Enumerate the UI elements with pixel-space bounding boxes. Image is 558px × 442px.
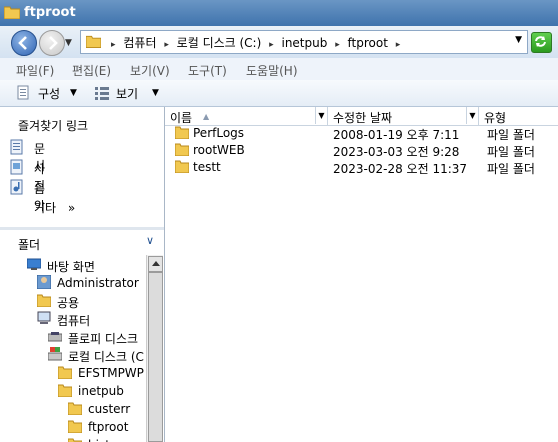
tree-label: 컴퓨터 <box>57 314 91 328</box>
tree-label: inetpub <box>78 384 124 398</box>
tree-label: 로컬 디스크 (C <box>68 350 144 364</box>
chevron-down-icon: ▼ <box>152 88 159 98</box>
command-toolbar: 구성 ▼ 보기 ▼ <box>0 80 558 107</box>
menu-bar: 파일(F) 편집(E) 보기(V) 도구(T) 도움말(H) <box>0 58 558 81</box>
history-dropdown-icon[interactable]: ▼ <box>65 38 72 48</box>
folder-icon <box>58 384 72 397</box>
file-date: 2023-02-28 오전 11:37 <box>333 162 468 176</box>
floppy-drive-icon <box>48 332 62 342</box>
folder-icon <box>175 126 189 139</box>
breadcrumb-chevron-icon[interactable]: ▸ <box>335 40 340 50</box>
scroll-thumb[interactable] <box>148 272 163 442</box>
menu-file[interactable]: 파일(F) <box>16 62 54 79</box>
folder-icon <box>175 143 189 156</box>
menu-help[interactable]: 도움말(H) <box>246 62 298 79</box>
address-dropdown-icon[interactable]: ▼ <box>515 35 522 45</box>
breadcrumb-local-disk[interactable]: 로컬 디스크 (C:) <box>177 34 262 51</box>
folder-icon <box>175 160 189 173</box>
tree-label: custerr <box>88 402 131 416</box>
views-icon <box>95 87 109 100</box>
arrow-left-icon <box>18 36 27 50</box>
menu-view[interactable]: 보기(V) <box>130 62 170 79</box>
file-row[interactable]: PerfLogs 2008-01-19 오후 7:11 파일 폴더 <box>165 124 558 142</box>
favorites-heading: 즐겨찾기 링크 <box>18 119 89 133</box>
title-bar: ftproot <box>0 0 558 26</box>
folder-icon <box>68 438 82 442</box>
back-button[interactable] <box>11 30 37 56</box>
pane-splitter[interactable] <box>0 227 164 230</box>
user-folder-icon <box>37 275 51 289</box>
tree-label: EFSTMPWP <box>78 366 144 380</box>
pictures-icon <box>10 159 23 175</box>
column-header-type[interactable]: 유형 <box>479 107 558 125</box>
folder-icon <box>58 366 72 379</box>
organize-button[interactable]: 구성 ▼ <box>16 85 82 101</box>
menu-tools[interactable]: 도구(T) <box>188 62 227 79</box>
navigation-pane: 즐겨찾기 링크 문서 사진 음악 기타 » 폴더 ∨ 바탕 화면 Adminis… <box>0 107 165 442</box>
breadcrumb: ▸ 컴퓨터 ▸ 로컬 디스크 (C:) ▸ inetpub ▸ ftproot … <box>107 34 404 51</box>
breadcrumb-computer[interactable]: 컴퓨터 <box>123 34 156 51</box>
column-header-date[interactable]: 수정한 날짜 ▼ <box>328 107 479 125</box>
column-filter-icon[interactable]: ▼ <box>315 107 327 124</box>
folder-tree: 바탕 화면 Administrator 공용 컴퓨터 플로피 디스크 로컬 디스… <box>0 252 146 442</box>
forward-button[interactable] <box>39 30 65 56</box>
desktop-icon <box>27 258 41 270</box>
arrow-right-icon <box>49 36 58 50</box>
chevron-down-icon[interactable]: ∨ <box>146 234 154 247</box>
file-name: rootWEB <box>193 143 245 157</box>
organize-icon <box>17 85 29 100</box>
tree-label: Administrator <box>57 276 139 290</box>
refresh-button[interactable] <box>531 32 552 53</box>
window-title: ftproot <box>24 5 76 20</box>
refresh-icon <box>535 36 546 47</box>
folder-icon <box>86 35 101 48</box>
tree-label: history <box>88 438 129 442</box>
views-label: 보기 <box>116 87 139 101</box>
tree-label: 플로피 디스크 <box>68 332 139 346</box>
music-icon <box>10 179 23 195</box>
folder-icon <box>68 402 82 415</box>
breadcrumb-chevron-icon[interactable]: ▸ <box>164 40 169 50</box>
file-row[interactable]: rootWEB 2023-03-03 오전 9:28 파일 폴더 <box>165 141 558 159</box>
documents-icon <box>10 139 23 155</box>
column-filter-icon[interactable]: ▼ <box>466 107 478 124</box>
favorites-more-link[interactable]: 기타 » <box>34 199 75 216</box>
tree-scrollbar[interactable] <box>146 255 163 442</box>
computer-icon <box>37 311 51 324</box>
breadcrumb-ftproot[interactable]: ftproot <box>348 36 388 50</box>
menu-edit[interactable]: 편집(E) <box>72 62 111 79</box>
organize-label: 구성 <box>38 87 61 101</box>
breadcrumb-chevron-icon[interactable]: ▸ <box>111 40 116 50</box>
chevron-down-icon: ▼ <box>70 88 77 98</box>
breadcrumb-chevron-icon[interactable]: ▸ <box>269 40 274 50</box>
folder-icon <box>4 6 20 19</box>
sort-ascending-icon: ▲ <box>203 112 210 121</box>
scroll-up-button[interactable] <box>148 256 163 272</box>
file-name: PerfLogs <box>193 126 245 140</box>
file-list: 이름 ▲ ▼ 수정한 날짜 ▼ 유형 PerfLogs 2008-01-19 오… <box>165 107 558 442</box>
breadcrumb-chevron-icon[interactable]: ▸ <box>396 40 401 50</box>
folders-heading[interactable]: 폴더 <box>18 236 40 253</box>
folder-open-icon <box>68 420 82 433</box>
views-button[interactable]: 보기 ▼ <box>94 85 164 101</box>
folder-icon <box>37 294 51 307</box>
address-bar-row: ▼ ▸ 컴퓨터 ▸ 로컬 디스크 (C:) ▸ inetpub ▸ ftproo… <box>0 26 558 59</box>
column-header-name[interactable]: 이름 ▲ ▼ <box>165 107 328 125</box>
tree-label: 바탕 화면 <box>47 260 95 274</box>
file-name: testt <box>193 160 221 174</box>
hard-drive-icon <box>48 347 62 361</box>
double-chevron-icon: » <box>67 201 76 215</box>
breadcrumb-inetpub[interactable]: inetpub <box>281 36 327 50</box>
more-label: 기타 <box>34 201 57 215</box>
tree-label: ftproot <box>88 420 129 434</box>
file-row[interactable]: testt 2023-02-28 오전 11:37 파일 폴더 <box>165 158 558 176</box>
tree-label: 공용 <box>57 296 80 310</box>
file-type: 파일 폴더 <box>487 162 535 176</box>
address-box[interactable]: ▸ 컴퓨터 ▸ 로컬 디스크 (C:) ▸ inetpub ▸ ftproot … <box>80 30 528 54</box>
